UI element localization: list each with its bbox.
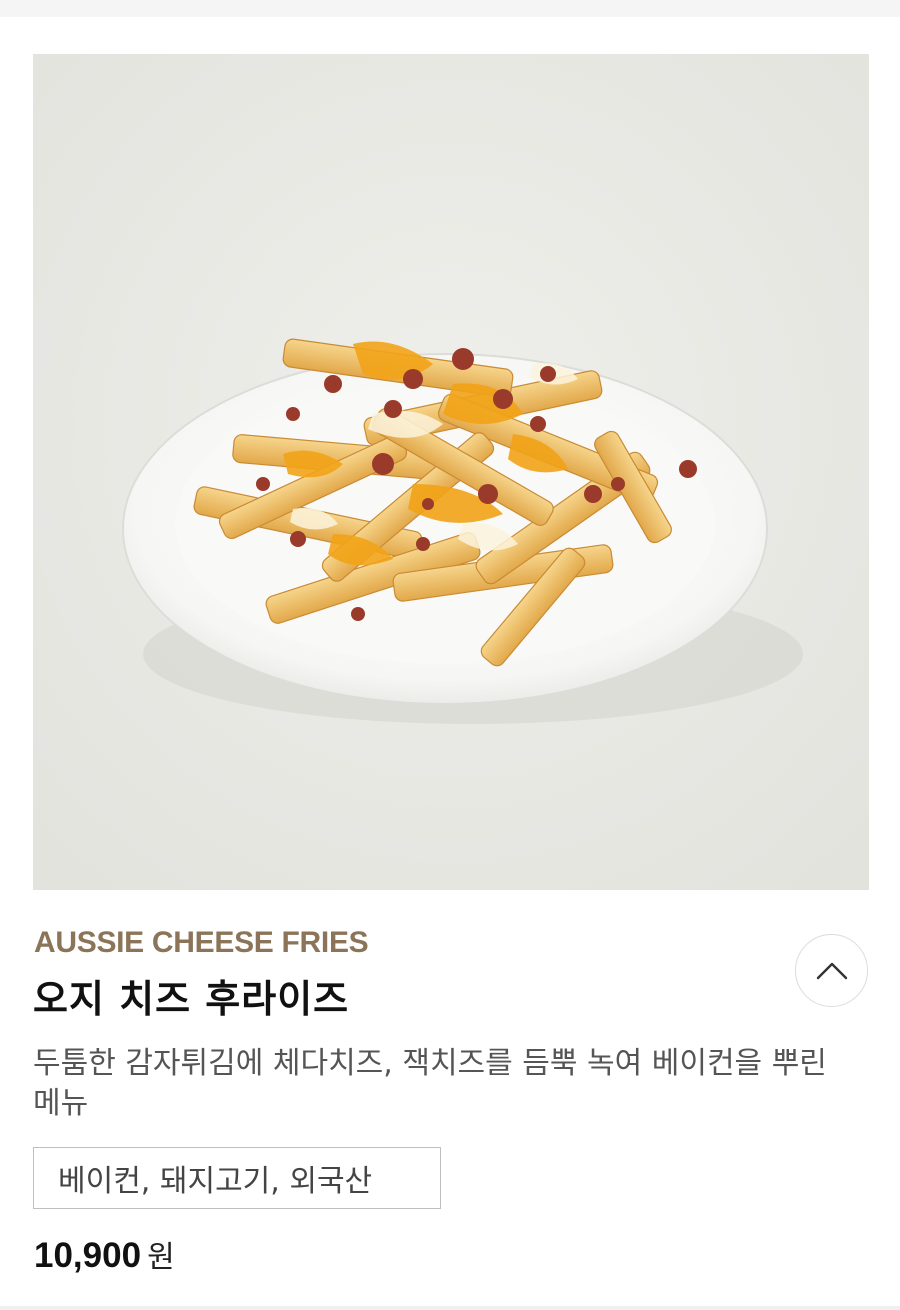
collapse-button[interactable] [795,934,868,1007]
product-name-ko: 오지 치즈 후라이즈 [33,977,350,1021]
product-description: 두툼한 감자튀김에 체다치즈, 잭치즈를 듬뿍 녹여 베이컨을 뿌린 메뉴 [33,1046,827,1121]
price: 10,900 원 [34,1232,175,1276]
origin-info-box: 베이컨, 돼지고기, 외국산 [33,1147,441,1209]
price-value: 10,900 [34,1236,142,1275]
fries-plate-illustration [33,54,869,890]
product-image [33,54,869,890]
price-unit: 원 [147,1240,175,1275]
top-strip [0,0,900,17]
product-name-en: AUSSIE CHEESE FRIES [34,926,369,959]
chevron-up-icon [816,962,847,979]
origin-info-text: 베이컨, 돼지고기, 외국산 [58,1164,373,1199]
bottom-divider [0,1306,900,1310]
